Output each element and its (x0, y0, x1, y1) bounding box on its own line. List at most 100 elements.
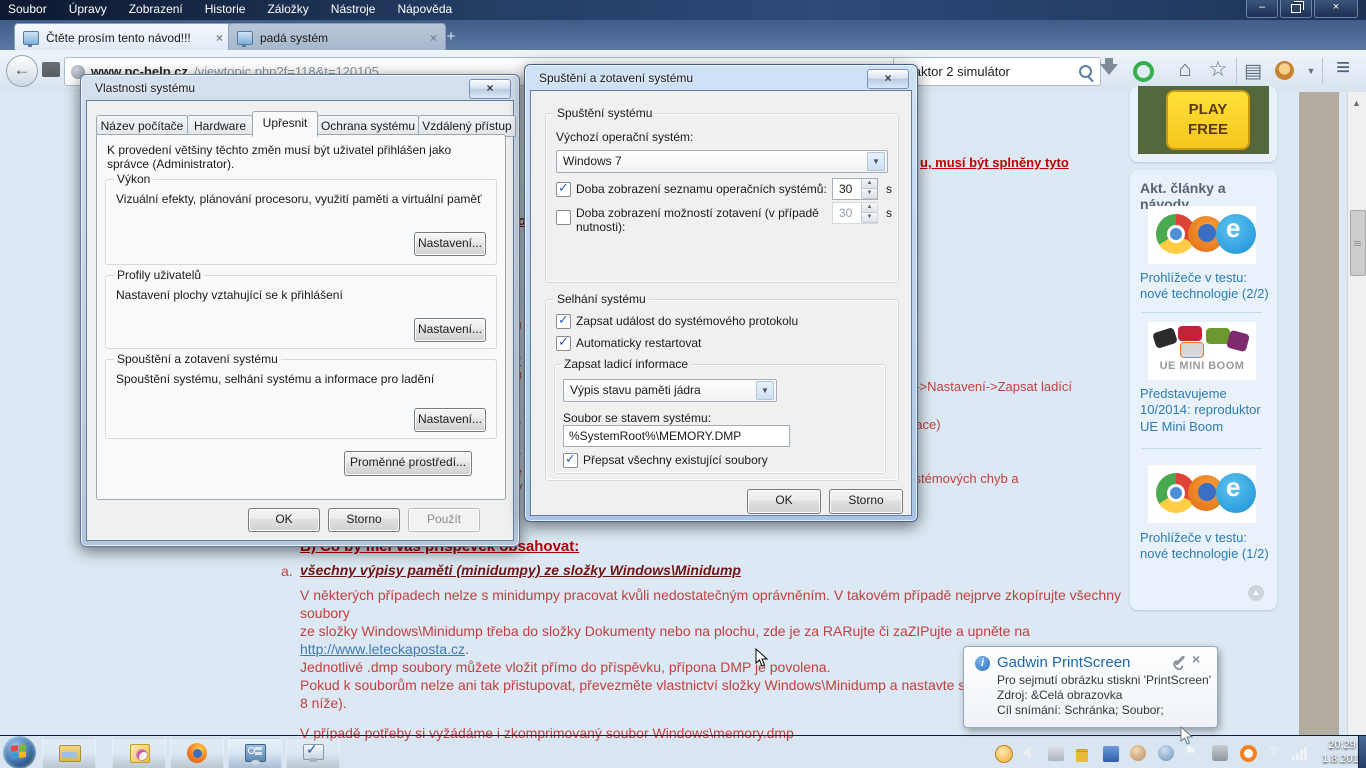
article-link[interactable]: Prohlížeče v testu: nové technologie (1/… (1140, 530, 1270, 563)
group-profily: Profily uživatelů Nastavení plochy vztah… (105, 275, 497, 349)
article-image-browsers[interactable]: e (1148, 465, 1256, 523)
restore-button[interactable] (1280, 0, 1312, 18)
article-link[interactable]: Představujeme 10/2014: reproduktor UE Mi… (1140, 386, 1270, 435)
minimize-button[interactable]: – (1246, 0, 1278, 18)
menu-historie[interactable]: Historie (205, 2, 246, 16)
scrollbar-thumb[interactable] (1350, 210, 1366, 276)
home-icon[interactable]: ⌂ (1172, 56, 1198, 82)
tab-upresnit[interactable]: Upřesnit (252, 111, 318, 137)
windows-logo-icon (11, 744, 27, 760)
tab-title: padá systém (260, 31, 423, 45)
article-link[interactable]: Prohlížeče v testu: nové technologie (2/… (1140, 270, 1270, 303)
new-tab-button[interactable]: + (440, 28, 462, 46)
tray-reminder-icon[interactable] (995, 745, 1013, 763)
paragraph-line: ze složky Windows\Minidump třeba do slož… (300, 623, 1030, 639)
scrollbar-up-icon[interactable]: ▲ (1352, 98, 1361, 108)
os-list-time-spinner[interactable]: 30 ▲▼ (832, 178, 878, 200)
menu-upravy[interactable]: Úpravy (69, 2, 107, 16)
auto-restart-checkbox[interactable]: ✓ (556, 336, 571, 351)
tray-messenger-icon[interactable] (1102, 745, 1120, 763)
os-list-time-checkbox[interactable]: ✓ (556, 182, 571, 197)
list-marker: a. (281, 563, 293, 579)
promenne-prostredi-button[interactable]: Proměnné prostředí... (344, 451, 472, 476)
toolbar-divider (1322, 58, 1323, 84)
menu-zalozky[interactable]: Záložky (267, 2, 308, 16)
adblock-icon[interactable] (1133, 61, 1154, 82)
back-button[interactable]: ← (6, 55, 38, 87)
default-os-combobox[interactable]: Windows 7 ▼ (556, 150, 888, 173)
chevron-down-icon[interactable]: ▼ (1298, 66, 1324, 76)
storno-button[interactable]: Storno (829, 489, 903, 514)
combo-arrow-icon[interactable]: ▼ (756, 381, 774, 400)
scrollbar[interactable]: ▲ (1347, 92, 1366, 735)
search-value: Traktor 2 simulátor (902, 64, 1079, 79)
taskbar-explorer-button[interactable] (42, 738, 96, 768)
tab-navod[interactable]: Čtěte prosím tento návod!!! × (14, 23, 232, 51)
article-image-browsers[interactable]: e (1148, 206, 1256, 264)
tray-comodo-icon[interactable] (1240, 745, 1257, 762)
menu-zobrazeni[interactable]: Zobrazení (129, 2, 183, 16)
monkey-addon-icon[interactable] (1275, 61, 1294, 80)
paragraph-line: Jednotlivé .dmp soubory můžete vložit př… (300, 659, 830, 675)
menu-soubor[interactable]: Soubor (8, 2, 47, 16)
dump-type-combobox[interactable]: Výpis stavu paměti jádra ▼ (563, 379, 777, 402)
overwrite-checkbox[interactable]: ✓ (563, 453, 578, 468)
tray-network-icon[interactable] (1292, 746, 1310, 762)
tab-close-icon[interactable]: × (216, 31, 223, 45)
menu-napoveda[interactable]: Nápověda (397, 2, 452, 16)
leteckaposta-link[interactable]: http://www.leteckaposta.cz (300, 641, 465, 657)
recovery-time-checkbox[interactable] (556, 210, 571, 225)
dump-file-input[interactable]: %SystemRoot%\MEMORY.DMP (563, 425, 790, 447)
play-free-button[interactable]: PLAY FREE (1166, 90, 1250, 150)
nastaveni-vykon-button[interactable]: Nastavení... (414, 232, 486, 256)
dialog-close-button[interactable]: × (867, 69, 909, 89)
combo-arrow-icon[interactable]: ▼ (867, 152, 885, 171)
dialog-title: Vlastnosti systému (95, 81, 195, 95)
taskbar-outlook-button[interactable] (112, 738, 166, 768)
ad-banner[interactable]: PLAY FREE (1138, 86, 1269, 154)
page-favicon-icon (23, 31, 39, 45)
search-input[interactable]: Traktor 2 simulátor (893, 57, 1101, 86)
popup-close-icon[interactable]: × (1192, 651, 1200, 667)
log-event-checkbox[interactable]: ✓ (556, 314, 571, 329)
storno-button[interactable]: Storno (328, 508, 400, 532)
group-spusteni: Spouštění a zotavení systému Spouštění s… (105, 359, 497, 439)
tray-display-icon[interactable] (1048, 745, 1064, 761)
tray-lock-icon[interactable] (1076, 749, 1088, 762)
taskbar-control-panel-button[interactable] (228, 738, 282, 768)
taskbar-firefox-button[interactable] (170, 738, 224, 768)
search-icon[interactable] (1079, 65, 1092, 78)
ue-mini-boom-label: UE MINI BOOM (1148, 360, 1256, 372)
dialog-body: Název počítače Hardware Upřesnit Ochrana… (86, 100, 514, 541)
close-button[interactable]: × (1314, 0, 1358, 18)
article-image-ue-mini-boom[interactable]: UE MINI BOOM (1148, 322, 1256, 380)
scroll-top-button[interactable]: ▲ (1248, 585, 1264, 601)
tray-volume-icon[interactable] (1022, 747, 1031, 759)
tray-user2-icon[interactable] (1158, 745, 1174, 761)
start-button[interactable] (3, 736, 36, 768)
pouzit-button[interactable]: Použít (408, 508, 480, 532)
tray-power-icon[interactable]: ⚿ (1268, 744, 1282, 760)
dialog-close-button[interactable]: × (469, 79, 511, 99)
default-os-label: Výchozí operační systém: (556, 130, 693, 144)
clock-time: 20:29 (1322, 738, 1362, 752)
downloads-icon[interactable] (1100, 64, 1118, 84)
tab-groups-icon[interactable] (42, 62, 60, 77)
wrench-icon[interactable] (1175, 655, 1186, 666)
bookmark-star-icon[interactable]: ☆ (1205, 57, 1231, 82)
taskbar-clock[interactable]: 20:29 1.8.2014 (1322, 738, 1362, 766)
text-fragment: ystémových chyb a (908, 471, 1019, 486)
nastaveni-spusteni-button[interactable]: Nastavení... (414, 408, 486, 432)
tab-close-icon[interactable]: × (430, 31, 437, 45)
tray-user-icon[interactable] (1130, 745, 1146, 761)
hamburger-menu-icon[interactable]: ≡ (1330, 54, 1356, 82)
bookmarks-list-icon[interactable]: ▤ (1240, 60, 1266, 83)
ok-button[interactable]: OK (747, 489, 821, 514)
nastaveni-profily-button[interactable]: Nastavení... (414, 318, 486, 342)
show-desktop-button[interactable] (1358, 736, 1366, 768)
ok-button[interactable]: OK (248, 508, 320, 532)
taskbar-gadwin-button[interactable]: ✓ (286, 738, 340, 768)
tab-pada-system[interactable]: padá systém × (228, 23, 446, 51)
menu-nastroje[interactable]: Nástroje (331, 2, 376, 16)
tray-camera-icon[interactable] (1212, 745, 1228, 761)
